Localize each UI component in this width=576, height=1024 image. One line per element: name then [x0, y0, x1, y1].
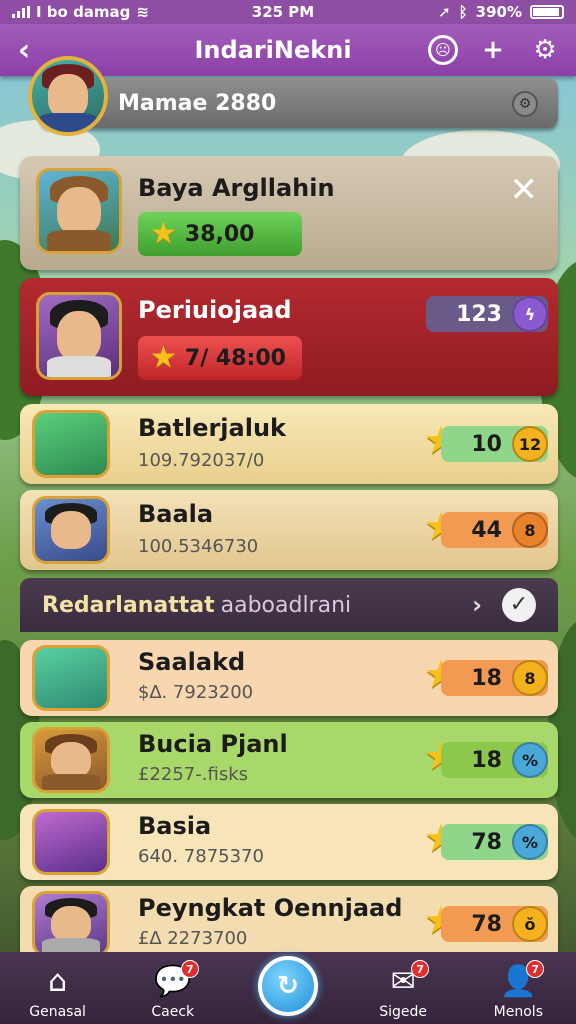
featured-amount: 38,00	[184, 221, 255, 247]
featured-name: Baya Argllahin	[138, 174, 335, 202]
nav-check-badge: 7	[180, 960, 199, 978]
item-score-box: 78 %	[441, 824, 548, 860]
featured-avatar	[36, 168, 122, 254]
nav-home[interactable]: ⌂ Genasal	[8, 964, 108, 1020]
check-icon[interactable]: ✓	[502, 588, 536, 622]
home-icon: ⌂	[48, 964, 68, 999]
item-sub: 640. 7875370	[138, 846, 264, 867]
star-icon: ★	[150, 216, 177, 251]
chat-icon: 💬	[154, 964, 192, 999]
item-score: 18	[471, 747, 502, 773]
section-title: Redarlanattat	[42, 592, 215, 618]
item-avatar-shield	[32, 645, 110, 711]
signal-icon	[12, 6, 30, 18]
coin-icon: ŏ	[512, 906, 548, 942]
page-title: IndariNekni	[194, 36, 352, 64]
selected-score-box: 123 ϟ	[426, 296, 548, 332]
nav-home-label: Genasal	[29, 1004, 86, 1020]
item-avatar	[32, 496, 110, 564]
list-item[interactable]: Batlerjaluk 109.792037/0 ★ 10 12	[20, 404, 558, 484]
item-score: 78	[471, 829, 502, 855]
list-item[interactable]: Saalakd $∆. 7923200 ★ 18 8	[20, 640, 558, 716]
status-bar: I bo damag ≋ 325 PM ➚ ᛒ 390%	[0, 0, 576, 24]
coin-icon: 8	[512, 512, 548, 548]
selected-amount: 7/ 48:00	[184, 345, 286, 371]
gear-icon[interactable]: ⚙	[528, 33, 562, 67]
battery-icon	[530, 5, 564, 19]
item-name: Baala	[138, 500, 214, 528]
inbox-icon: ✉	[390, 964, 416, 999]
coin-icon: %	[512, 824, 548, 860]
list-item[interactable]: Bucia Pjanl £2257-.fisks ★ 18 %	[20, 722, 558, 798]
item-sub: £∆ 2273700	[138, 928, 248, 949]
coin-icon: 12	[512, 426, 548, 462]
list-item[interactable]: Peyngkat Oennjaad £∆ 2273700 ★ 78 ŏ	[20, 886, 558, 962]
center-action-button[interactable]: ↻	[257, 956, 318, 1016]
featured-amount-button[interactable]: ★ 38,00	[138, 212, 302, 256]
item-sub: 100.5346730	[138, 536, 259, 557]
item-score-box: 18 8	[441, 660, 548, 696]
item-avatar	[32, 891, 110, 957]
item-name: Basia	[138, 812, 212, 840]
item-score: 44	[471, 517, 502, 543]
carrier-label: I bo damag	[36, 3, 131, 21]
featured-card[interactable]: Baya Argllahin ★ 38,00 ✕	[20, 156, 558, 270]
item-score: 18	[471, 665, 502, 691]
item-sub: 109.792037/0	[138, 450, 265, 471]
nav-check[interactable]: 💬 7 Caeck	[123, 960, 223, 1020]
selected-amount-button[interactable]: ★ 7/ 48:00	[138, 336, 302, 380]
close-icon[interactable]: ✕	[510, 170, 539, 210]
item-avatar-shield	[32, 809, 110, 875]
item-name: Batlerjaluk	[138, 414, 286, 442]
profile-bar[interactable]: Mamae 2880 ⚙	[40, 78, 558, 128]
item-sub: $∆. 7923200	[138, 682, 254, 703]
coin-icon: 8	[512, 660, 548, 696]
item-score-box: 10 12	[441, 426, 548, 462]
item-name: Peyngkat Oennjaad	[138, 894, 403, 922]
list-item[interactable]: Baala 100.5346730 ★ 44 8	[20, 490, 558, 570]
battery-percent: 390%	[475, 3, 522, 21]
selected-name: Periuiojaad	[138, 296, 292, 324]
nav-signed[interactable]: ✉ 7 Sigede	[353, 960, 453, 1020]
star-icon: ★	[150, 340, 177, 375]
add-icon[interactable]: +	[476, 33, 510, 67]
nav-signed-label: Sigede	[379, 1004, 428, 1020]
user-icon: 👤	[499, 964, 538, 999]
item-score-box: 78 ŏ	[441, 906, 548, 942]
status-time: 325 PM	[251, 3, 315, 21]
item-score: 10	[471, 431, 502, 457]
chevron-right-icon[interactable]: ›	[472, 591, 482, 619]
item-avatar-shield	[32, 410, 110, 478]
profile-name: Mamae 2880	[118, 90, 277, 116]
coin-icon: %	[512, 742, 548, 778]
back-icon[interactable]: ‹	[0, 33, 48, 68]
item-avatar	[32, 727, 110, 793]
profile-settings-icon[interactable]: ⚙	[512, 91, 538, 117]
item-name: Saalakd	[138, 648, 246, 676]
location-icon: ➚	[438, 3, 451, 21]
selected-card[interactable]: Periuiojaad ★ 7/ 48:00 123 ϟ	[20, 278, 558, 396]
bluetooth-icon: ᛒ	[458, 3, 468, 21]
nav-check-label: Caeck	[151, 1004, 195, 1020]
item-score-box: 44 8	[441, 512, 548, 548]
bottom-nav: ⌂ Genasal 💬 7 Caeck ↻ ✉ 7 Sigede 👤 7 Men…	[0, 952, 576, 1024]
list-item[interactable]: Basia 640. 7875370 ★ 78 %	[20, 804, 558, 880]
item-name: Bucia Pjanl	[138, 730, 288, 758]
smiley-icon[interactable]: ☹	[428, 35, 458, 65]
nav-menu-label: Menols	[493, 1004, 543, 1020]
refresh-icon: ↻	[277, 971, 299, 1001]
selected-score: 123	[456, 301, 502, 327]
profile-avatar[interactable]	[28, 56, 108, 136]
nav-menu[interactable]: 👤 7 Menols	[468, 960, 568, 1020]
item-score-box: 18 %	[441, 742, 548, 778]
item-sub: £2257-.fisks	[138, 764, 248, 785]
lightning-icon: ϟ	[512, 296, 548, 332]
wifi-icon: ≋	[136, 3, 149, 21]
section-header[interactable]: Redarlanattat aaboadlrani › ✓	[20, 578, 558, 632]
selected-avatar	[36, 292, 122, 380]
section-subtitle: aaboadlrani	[220, 592, 352, 618]
item-score: 78	[471, 911, 502, 937]
